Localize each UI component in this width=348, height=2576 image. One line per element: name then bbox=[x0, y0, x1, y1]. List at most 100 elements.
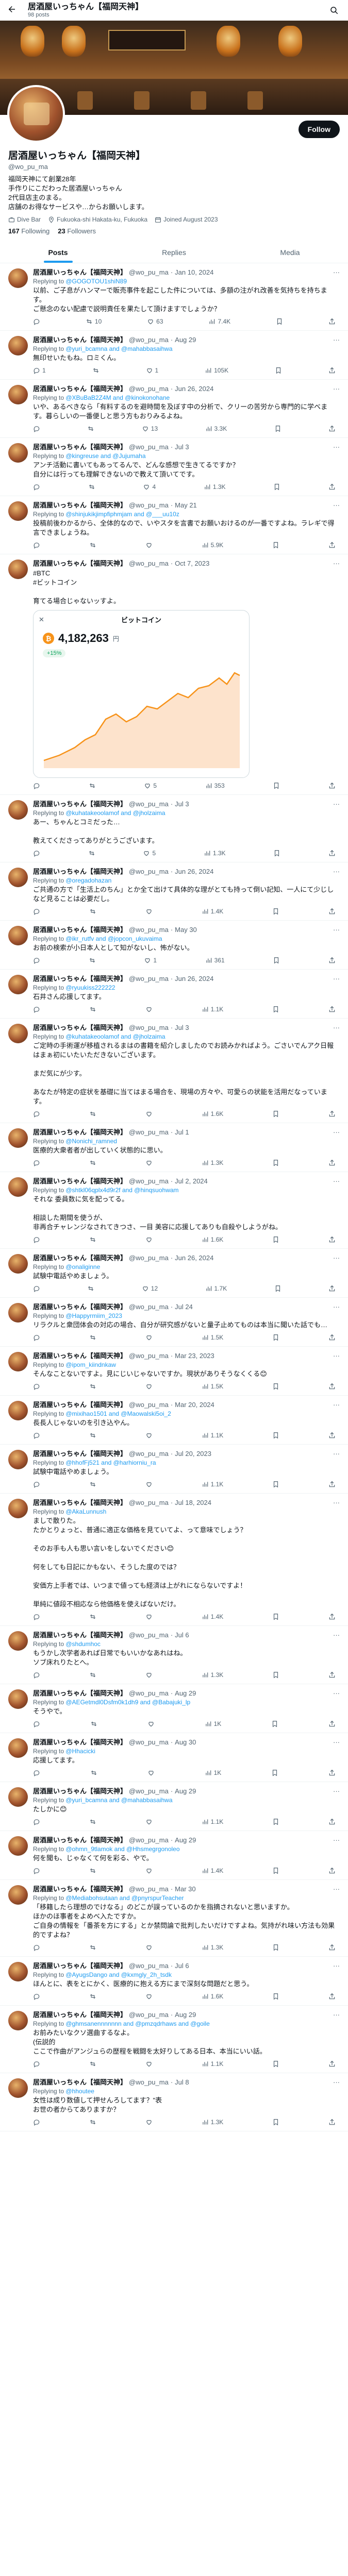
tweet-author-name[interactable]: 居酒屋いっちゃん【福岡天神】 bbox=[33, 336, 127, 344]
like-button[interactable]: 63 bbox=[147, 318, 163, 325]
views-button[interactable]: 1.3K bbox=[204, 850, 226, 857]
tweet-author-name[interactable]: 居酒屋いっちゃん【福岡天神】 bbox=[33, 800, 127, 808]
tweet-author-name[interactable]: 居酒屋いっちゃん【福岡天神】 bbox=[33, 1631, 127, 1639]
tweet[interactable]: 居酒屋いっちゃん【福岡天神】 @wo_pu_ma · Jul 6 ··· Replying… bbox=[0, 1957, 348, 2006]
share-button[interactable] bbox=[328, 1944, 336, 1951]
more-icon[interactable]: ··· bbox=[333, 1303, 340, 1311]
views-button[interactable]: 1.3K bbox=[204, 483, 226, 490]
tab-replies[interactable]: Replies bbox=[116, 241, 232, 263]
tweet-time[interactable]: Aug 30 bbox=[175, 1738, 196, 1747]
share-button[interactable] bbox=[328, 1236, 336, 1243]
like-button[interactable] bbox=[145, 1432, 153, 1439]
tweet-handle[interactable]: @wo_pu_ma bbox=[129, 1885, 169, 1893]
tweet-time[interactable]: Jul 6 bbox=[175, 1631, 189, 1639]
reply-button[interactable] bbox=[33, 1613, 40, 1620]
share-button[interactable] bbox=[328, 1769, 336, 1776]
tweet-handle[interactable]: @wo_pu_ma bbox=[129, 443, 169, 451]
views-button[interactable]: 105K bbox=[205, 367, 228, 374]
tweet[interactable]: 居酒屋いっちゃん【福岡天神】 @wo_pu_ma · Aug 30 ··· Replyin… bbox=[0, 1733, 348, 1782]
more-icon[interactable]: ··· bbox=[333, 1128, 340, 1137]
views-button[interactable]: 1K bbox=[205, 1720, 221, 1727]
reply-button[interactable] bbox=[33, 1671, 40, 1679]
replying-handles[interactable]: @ghmsanennnnnnn and @pmzqdrhaws and @goi… bbox=[65, 2020, 209, 2027]
views-button[interactable]: 1.3K bbox=[202, 1671, 223, 1679]
reply-button[interactable] bbox=[33, 425, 40, 432]
tweet-time[interactable]: Jul 8 bbox=[175, 2078, 189, 2087]
tweet-time[interactable]: Mar 23, 2023 bbox=[175, 1352, 214, 1360]
repost-button[interactable] bbox=[89, 1159, 96, 1166]
like-button[interactable] bbox=[145, 1481, 153, 1488]
repost-button[interactable]: 10 bbox=[86, 318, 102, 325]
like-button[interactable] bbox=[145, 2119, 153, 2126]
tweet-author-name[interactable]: 居酒屋いっちゃん【福岡天神】 bbox=[33, 868, 127, 876]
tweet-author-name[interactable]: 居酒屋いっちゃん【福岡天神】 bbox=[33, 975, 127, 983]
tweet-time[interactable]: Jul 2, 2024 bbox=[175, 1177, 208, 1185]
tweet[interactable]: 居酒屋いっちゃん【福岡天神】 @wo_pu_ma · May 21 ··· Replyin… bbox=[0, 496, 348, 554]
replying-handles[interactable]: @ipom_kiindnkaw bbox=[65, 1361, 116, 1368]
replying-handles[interactable]: @GOGOTOU1shiN89 bbox=[65, 278, 127, 285]
reply-button[interactable] bbox=[33, 2119, 40, 2126]
bookmark-button[interactable] bbox=[273, 483, 280, 490]
replying-handles[interactable]: @kuhatakeoolamof and @jholzaima bbox=[65, 809, 165, 817]
replying-handles[interactable]: @oregadohazan bbox=[65, 877, 111, 884]
tweet-time[interactable]: Aug 29 bbox=[175, 1836, 196, 1844]
bookmark-button[interactable] bbox=[273, 957, 280, 964]
replying-handles[interactable]: @kingreuse and @Jujumaha bbox=[65, 452, 145, 460]
tweet-time[interactable]: Jun 26, 2024 bbox=[175, 1254, 213, 1262]
tweet-author-name[interactable]: 居酒屋いっちゃん【福岡天神】 bbox=[33, 1689, 127, 1698]
tweet-time[interactable]: May 21 bbox=[175, 501, 197, 510]
tweet-avatar[interactable] bbox=[8, 560, 28, 579]
tweet-avatar[interactable] bbox=[8, 1401, 28, 1420]
replying-handles[interactable]: @AEGetmdl0Dsfm0k1dh9 and @Babajuki_lp bbox=[65, 1699, 190, 1706]
share-button[interactable] bbox=[328, 1432, 336, 1439]
tweet[interactable]: 居酒屋いっちゃん【福岡天神】 @wo_pu_ma · Aug 29 ··· Replyin… bbox=[0, 1831, 348, 1880]
reply-button[interactable] bbox=[33, 1944, 40, 1951]
bookmark-button[interactable] bbox=[272, 1993, 279, 2000]
more-icon[interactable]: ··· bbox=[333, 501, 340, 510]
like-button[interactable]: 13 bbox=[142, 425, 158, 432]
tweet-author-name[interactable]: 居酒屋いっちゃん【福岡天神】 bbox=[33, 1962, 127, 1970]
tweet[interactable]: 居酒屋いっちゃん【福岡天神】 @wo_pu_ma · Aug 29 ··· Replyin… bbox=[0, 2006, 348, 2073]
tweet-avatar[interactable] bbox=[8, 1962, 28, 1981]
repost-button[interactable] bbox=[87, 425, 94, 432]
reply-button[interactable] bbox=[33, 957, 40, 964]
tweet-time[interactable]: Jun 26, 2024 bbox=[175, 975, 213, 983]
views-button[interactable]: 1.3K bbox=[202, 1944, 223, 1951]
tweet-avatar[interactable] bbox=[8, 868, 28, 887]
repost-button[interactable] bbox=[89, 957, 96, 964]
tweet-avatar[interactable] bbox=[8, 501, 28, 521]
tweet-author-name[interactable]: 居酒屋いっちゃん【福岡天神】 bbox=[33, 1352, 127, 1360]
repost-button[interactable] bbox=[89, 1867, 96, 1874]
tweet-author-name[interactable]: 居酒屋いっちゃん【福岡天神】 bbox=[33, 385, 127, 393]
views-button[interactable]: 1.5K bbox=[202, 1334, 223, 1341]
more-icon[interactable]: ··· bbox=[333, 1254, 340, 1262]
views-button[interactable]: 1.4K bbox=[202, 1867, 223, 1874]
tweet-handle[interactable]: @wo_pu_ma bbox=[129, 1303, 169, 1311]
tweet-handle[interactable]: @wo_pu_ma bbox=[129, 2078, 169, 2087]
views-button[interactable]: 1.1K bbox=[202, 2060, 223, 2067]
tweet-avatar[interactable] bbox=[8, 1787, 28, 1807]
tweet-time[interactable]: Aug 29 bbox=[175, 336, 196, 344]
views-button[interactable]: 1.6K bbox=[202, 1236, 223, 1243]
repost-button[interactable] bbox=[87, 1285, 94, 1292]
tweet-handle[interactable]: @wo_pu_ma bbox=[129, 1499, 169, 1507]
tweet-time[interactable]: Jun 26, 2024 bbox=[175, 868, 213, 876]
reply-button[interactable] bbox=[33, 1769, 40, 1776]
share-button[interactable] bbox=[328, 2119, 336, 2126]
like-button[interactable] bbox=[145, 1006, 153, 1013]
repost-button[interactable] bbox=[89, 1236, 96, 1243]
tweet-time[interactable]: Jul 6 bbox=[175, 1962, 189, 1970]
tweet-handle[interactable]: @wo_pu_ma bbox=[129, 1128, 169, 1137]
share-button[interactable] bbox=[328, 1720, 336, 1727]
tweet-time[interactable]: Aug 29 bbox=[175, 2011, 196, 2019]
tweet-avatar[interactable] bbox=[8, 1177, 28, 1197]
repost-button[interactable] bbox=[88, 850, 95, 857]
tweet-author-name[interactable]: 居酒屋いっちゃん【福岡天神】 bbox=[33, 501, 127, 510]
replying-handles[interactable]: @onaliginne bbox=[65, 1263, 100, 1270]
tweet-time[interactable]: Jul 18, 2024 bbox=[175, 1499, 211, 1507]
tweet[interactable]: 居酒屋いっちゃん【福岡天神】 @wo_pu_ma · Jan 10, 2024 ··· R… bbox=[0, 263, 348, 331]
views-button[interactable]: 1.1K bbox=[202, 1432, 223, 1439]
bookmark-button[interactable] bbox=[273, 782, 280, 789]
tweet-handle[interactable]: @wo_pu_ma bbox=[129, 1738, 169, 1747]
tweet[interactable]: 居酒屋いっちゃん【福岡天神】 @wo_pu_ma · Jul 3 ··· Replying… bbox=[0, 438, 348, 496]
